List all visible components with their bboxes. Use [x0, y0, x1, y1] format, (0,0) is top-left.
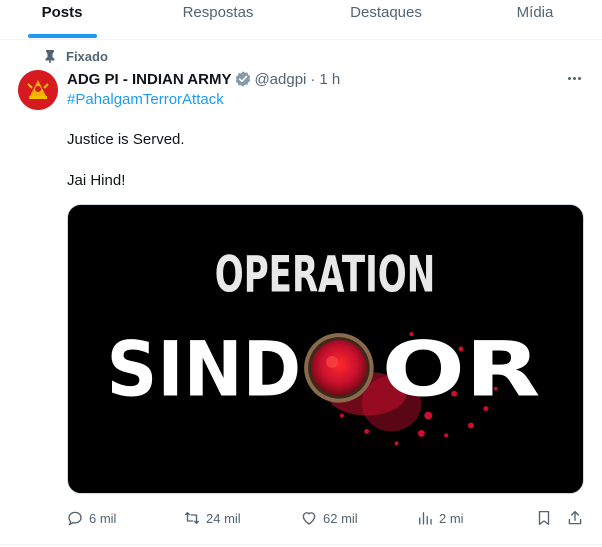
display-name[interactable]: ADG PI - INDIAN ARMY	[67, 71, 231, 88]
repost-icon	[184, 512, 200, 524]
tab-media[interactable]: Mídia	[492, 0, 578, 40]
post-action-bar: 6 mil 24 mil 62 mil 2 mi	[0, 506, 602, 530]
operation-sindoor-graphic: OPERATION SIND OR	[68, 205, 583, 493]
more-dot-icon	[567, 76, 571, 80]
repost-button[interactable]: 24 mil	[183, 506, 241, 530]
share-button[interactable]	[566, 506, 584, 530]
post-header: ADG PI - INDIAN ARMY @adgpi · 1 h	[67, 69, 340, 89]
like-count: 62 mil	[323, 510, 358, 526]
repost-count: 24 mil	[206, 510, 241, 526]
media-title-line2-left: SIND	[107, 326, 302, 414]
share-icon	[568, 510, 582, 525]
reply-button[interactable]: 6 mil	[66, 506, 116, 530]
more-dot-icon	[572, 76, 576, 80]
profile-tabs: Posts Respostas Destaques Mídia	[0, 0, 602, 40]
army-emblem-icon	[18, 70, 58, 110]
post-text-line: Justice is Served.	[67, 131, 185, 148]
reply-icon	[68, 511, 82, 526]
post-divider	[0, 544, 602, 545]
hashtag-link[interactable]: #PahalgamTerrorAttack	[67, 91, 224, 108]
sindoor-bowl-icon	[304, 333, 374, 403]
post-timestamp[interactable]: 1 h	[319, 71, 340, 88]
pin-icon	[45, 50, 55, 63]
tab-replies[interactable]: Respostas	[150, 0, 286, 40]
more-options-button[interactable]	[563, 68, 585, 88]
tab-highlights[interactable]: Destaques	[316, 0, 456, 40]
bookmark-icon	[538, 510, 550, 526]
heart-icon	[302, 512, 316, 525]
like-button[interactable]: 62 mil	[300, 506, 358, 530]
media-title-line2-right: OR	[382, 326, 541, 414]
verified-badge-icon[interactable]	[234, 70, 252, 88]
views-count: 2 mi	[439, 510, 464, 526]
post-text-line: Jai Hind!	[67, 172, 126, 189]
bookmark-button[interactable]	[535, 506, 553, 530]
pinned-indicator: Fixado	[44, 48, 108, 64]
views-button[interactable]: 2 mi	[416, 506, 464, 530]
pinned-label: Fixado	[66, 48, 108, 64]
active-tab-indicator	[28, 34, 97, 38]
post-media-image[interactable]: OPERATION SIND OR	[67, 204, 584, 494]
separator-dot: ·	[310, 70, 316, 88]
reply-count: 6 mil	[89, 510, 117, 526]
media-title-line1: OPERATION	[215, 245, 435, 303]
user-handle[interactable]: @adgpi	[254, 71, 306, 88]
more-dot-icon	[577, 76, 581, 80]
avatar[interactable]	[18, 70, 58, 110]
views-chart-icon	[419, 512, 432, 525]
